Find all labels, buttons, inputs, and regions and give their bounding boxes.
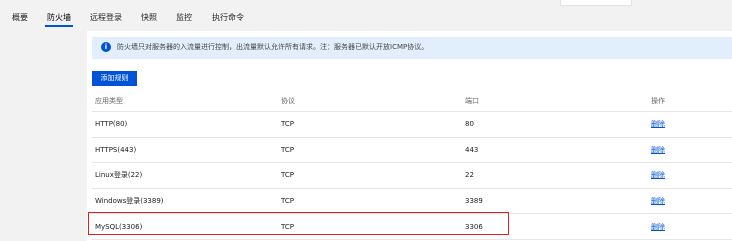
info-icon: i [101,42,111,52]
tab-snapshot[interactable]: 快照 [141,12,157,23]
tab-firewall[interactable]: 防火墙 [47,12,71,23]
cell-app: Linux登录(22) [95,171,143,180]
cell-port: 443 [465,145,479,154]
table-row: Linux登录(22) TCP 22 删除 [92,163,732,189]
cell-protocol: TCP [281,171,294,180]
cell-port: 3389 [465,197,483,206]
firewall-rules-table: 应用类型 协议 端口 操作 HTTP(80) TCP 80 删除 HTTPS(4… [92,91,732,240]
cell-protocol: TCP [281,120,294,129]
top-card [560,0,632,6]
delete-link[interactable]: 删除 [651,196,665,206]
table-row: HTTPS(443) TCP 443 删除 [92,138,732,164]
header-port: 端口 [465,97,479,105]
tab-remote-login[interactable]: 远程登录 [90,12,122,23]
tab-monitor[interactable]: 监控 [176,12,192,23]
cell-app: MySQL(3306) [95,222,143,231]
header-protocol: 协议 [281,97,295,105]
tab-run-command[interactable]: 执行命令 [212,12,244,23]
delete-link[interactable]: 删除 [651,222,665,232]
cell-port: 3306 [465,222,483,231]
notice-text: 防火墙只对服务器的入流量进行控制，出流量默认允许所有请求。注：服务器已默认开放I… [117,43,429,51]
cell-port: 22 [465,171,474,180]
cell-app: HTTP(80) [95,120,128,129]
cell-protocol: TCP [281,222,294,231]
cell-app: HTTPS(443) [95,145,137,154]
active-tab-indicator [45,25,73,27]
header-action: 操作 [651,97,665,105]
tab-overview[interactable]: 概要 [12,12,28,23]
cell-protocol: TCP [281,197,294,206]
delete-link[interactable]: 删除 [651,170,665,180]
cell-protocol: TCP [281,145,294,154]
table-row: MySQL(3306) TCP 3306 删除 [92,214,732,240]
header-app-type: 应用类型 [95,97,123,105]
cell-port: 80 [465,120,474,129]
cell-app: Windows登录(3389) [95,197,164,206]
delete-link[interactable]: 删除 [651,145,665,155]
add-rule-button[interactable]: 添加规则 [92,71,137,86]
table-row: HTTP(80) TCP 80 删除 [92,112,732,138]
table-row: Windows登录(3389) TCP 3389 删除 [92,189,732,215]
table-header: 应用类型 协议 端口 操作 [92,91,732,112]
delete-link[interactable]: 删除 [651,119,665,129]
